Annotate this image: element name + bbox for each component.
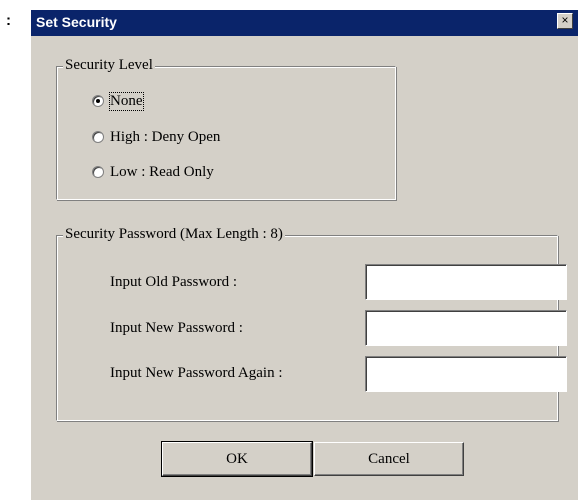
security-password-label: Security Password (Max Length : 8) — [63, 226, 285, 243]
security-level-group: Security Level None High : Deny Open Low… — [56, 57, 396, 200]
set-security-dialog: Set Security × Security Level None High … — [30, 10, 578, 500]
radio-low-label: Low : Read Only — [110, 163, 214, 180]
new-password-input[interactable] — [365, 310, 567, 346]
radio-none-label: None — [109, 91, 144, 111]
new-password-again-label: Input New Password Again : — [110, 365, 283, 381]
security-level-label: Security Level — [63, 57, 155, 74]
close-icon: × — [561, 13, 569, 27]
security-password-group: Security Password (Max Length : 8) Input… — [56, 226, 567, 421]
radio-high-indicator[interactable] — [92, 131, 104, 143]
radio-high-label: High : Deny Open — [110, 128, 221, 145]
dialog-title: Set Security — [36, 14, 117, 30]
old-password-input[interactable] — [365, 264, 567, 300]
close-button[interactable]: × — [557, 13, 573, 29]
radio-none[interactable]: None — [92, 91, 144, 111]
cancel-button[interactable]: Cancel — [314, 442, 464, 476]
new-password-again-input[interactable] — [365, 356, 567, 392]
old-password-label: Input Old Password : — [110, 274, 238, 290]
radio-low[interactable]: Low : Read Only — [92, 162, 214, 182]
radio-low-indicator[interactable] — [92, 166, 104, 178]
radio-none-indicator[interactable] — [92, 95, 104, 107]
new-password-label: Input New Password : — [110, 320, 243, 336]
stray-colon: : — [6, 12, 11, 29]
title-bar[interactable]: Set Security × — [31, 10, 578, 36]
ok-button[interactable]: OK — [161, 441, 313, 477]
radio-high[interactable]: High : Deny Open — [92, 127, 220, 147]
